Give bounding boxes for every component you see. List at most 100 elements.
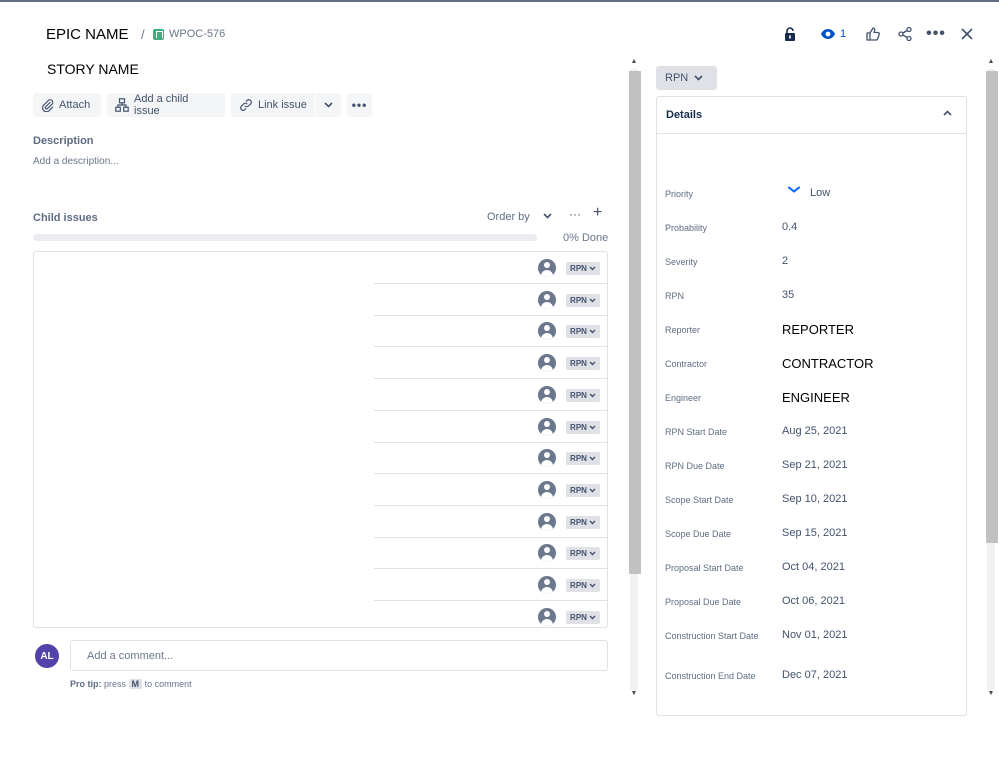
scroll-up-arrow[interactable]: ▲: [628, 57, 640, 67]
scroll-down-arrow[interactable]: ▼: [985, 689, 997, 699]
child-issue-row[interactable]: RPN: [374, 569, 607, 601]
scroll-down-arrow[interactable]: ▼: [628, 689, 640, 699]
child-issue-row[interactable]: RPN: [374, 411, 607, 443]
story-icon: [153, 29, 164, 40]
chevron-down-icon: [589, 266, 596, 271]
status-label: RPN: [665, 72, 689, 84]
user-avatar-icon[interactable]: [538, 259, 556, 277]
link-issue-button[interactable]: Link issue: [231, 93, 315, 117]
plus-icon[interactable]: +: [593, 204, 602, 222]
lock-icon[interactable]: [782, 22, 798, 46]
chevron-down-icon: [589, 583, 596, 588]
child-issue-status-button[interactable]: RPN: [566, 610, 600, 624]
chevron-down-icon: [589, 393, 596, 398]
child-issue-status-button[interactable]: RPN: [566, 262, 600, 275]
chevron-down-icon: [324, 102, 333, 108]
field-value[interactable]: 2: [782, 255, 788, 267]
link-issue-label: Link issue: [258, 99, 307, 111]
field-value[interactable]: REPORTER: [782, 322, 854, 337]
keyboard-shortcut-key: M: [128, 679, 143, 689]
user-avatar-icon[interactable]: [538, 576, 556, 594]
user-avatar-icon[interactable]: [538, 480, 556, 499]
field-value[interactable]: 0.4: [782, 221, 797, 233]
child-issue-status-button[interactable]: RPN: [566, 325, 600, 339]
child-issue-row[interactable]: RPN: [374, 442, 607, 475]
details-header[interactable]: Details: [657, 97, 966, 134]
field-value[interactable]: Oct 04, 2021: [782, 561, 845, 573]
chevron-down-icon: [589, 298, 596, 303]
thumbs-up-icon[interactable]: [864, 22, 882, 46]
child-issue-status-button[interactable]: RPN: [566, 293, 600, 307]
link-issue-dropdown-button[interactable]: [316, 93, 341, 117]
child-issue-status-button[interactable]: RPN: [566, 420, 600, 434]
share-icon[interactable]: [896, 22, 914, 46]
right-scrollbar[interactable]: ▲ ▼: [985, 57, 998, 702]
child-issue-status-button[interactable]: RPN: [566, 357, 600, 371]
user-avatar-icon[interactable]: [538, 290, 556, 309]
pro-tip: Pro tip: press M to comment: [70, 679, 192, 689]
child-issue-row[interactable]: RPN: [374, 537, 607, 570]
user-avatar-icon[interactable]: [538, 322, 556, 341]
description-input[interactable]: Add a description...: [33, 156, 119, 167]
child-issue-status-button[interactable]: RPN: [566, 452, 600, 466]
child-issue-row[interactable]: RPN: [374, 474, 607, 506]
child-issues-progress-bar: [33, 234, 537, 241]
child-issue-row[interactable]: RPN: [374, 315, 607, 348]
more-icon[interactable]: •••: [926, 22, 946, 46]
child-issues-more-icon[interactable]: ···: [569, 207, 581, 221]
field-value[interactable]: ENGINEER: [782, 390, 850, 405]
scrollbar-thumb[interactable]: [629, 71, 641, 574]
chevron-down-icon[interactable]: [543, 211, 552, 221]
user-avatar-icon[interactable]: [538, 385, 556, 404]
user-avatar-icon[interactable]: [538, 354, 556, 373]
field-value[interactable]: Low: [810, 187, 830, 199]
chevron-down-icon: [694, 75, 703, 81]
chevron-down-icon: [589, 425, 596, 429]
child-issue-row[interactable]: RPN: [374, 347, 607, 380]
field-value[interactable]: Sep 10, 2021: [782, 493, 847, 505]
add-child-issue-button[interactable]: Add a child issue: [107, 93, 225, 117]
user-avatar-icon[interactable]: [538, 512, 556, 531]
comment-input[interactable]: Add a comment...: [70, 640, 608, 671]
field-label: Construction End Date: [665, 671, 756, 681]
field-value[interactable]: Nov 01, 2021: [782, 629, 847, 641]
attach-button[interactable]: Attach: [33, 93, 101, 117]
child-issue-status-button[interactable]: RPN: [566, 483, 600, 497]
user-avatar-icon[interactable]: [538, 544, 556, 563]
scroll-up-arrow[interactable]: ▲: [985, 57, 997, 67]
child-issue-row[interactable]: RPN: [374, 379, 607, 411]
field-value[interactable]: Aug 25, 2021: [782, 425, 847, 437]
more-actions-button[interactable]: •••: [347, 93, 372, 117]
epic-name-link[interactable]: EPIC NAME: [46, 26, 129, 43]
child-issue-row[interactable]: RPN: [374, 601, 607, 627]
order-by-button[interactable]: Order by: [487, 211, 530, 223]
field-value[interactable]: Sep 15, 2021: [782, 527, 847, 539]
story-name-title[interactable]: STORY NAME: [47, 61, 139, 77]
watch-eye-icon: [820, 29, 835, 39]
child-issue-status-button[interactable]: RPN: [566, 579, 600, 592]
child-issue-status-button[interactable]: RPN: [566, 388, 600, 402]
field-value[interactable]: 35: [782, 289, 794, 301]
chevron-up-icon[interactable]: [943, 108, 952, 119]
field-value[interactable]: Sep 21, 2021: [782, 459, 847, 471]
user-avatar-icon[interactable]: [538, 417, 556, 436]
field-label: RPN: [665, 291, 685, 301]
status-dropdown-button[interactable]: RPN: [656, 66, 717, 90]
child-issue-row[interactable]: RPN: [374, 506, 607, 538]
left-scrollbar[interactable]: ▲ ▼: [628, 57, 641, 702]
field-value[interactable]: Oct 06, 2021: [782, 595, 845, 607]
child-issue-row[interactable]: RPN: [374, 252, 607, 284]
field-value[interactable]: CONTRACTOR: [782, 356, 873, 371]
child-issue-status-button[interactable]: RPN: [566, 515, 600, 529]
user-avatar-icon[interactable]: [538, 449, 556, 468]
child-issue-status-button[interactable]: RPN: [566, 547, 600, 561]
user-avatar-icon[interactable]: [538, 607, 556, 626]
issue-key-link[interactable]: WPOC-576: [169, 28, 225, 40]
watch-button[interactable]: 1: [816, 22, 850, 46]
watch-count: 1: [839, 28, 847, 40]
field-value[interactable]: Dec 07, 2021: [782, 669, 847, 681]
scrollbar-thumb[interactable]: [986, 71, 998, 543]
close-icon[interactable]: [958, 22, 976, 46]
child-issue-icon: [115, 98, 129, 112]
child-issue-row[interactable]: RPN: [374, 284, 607, 316]
